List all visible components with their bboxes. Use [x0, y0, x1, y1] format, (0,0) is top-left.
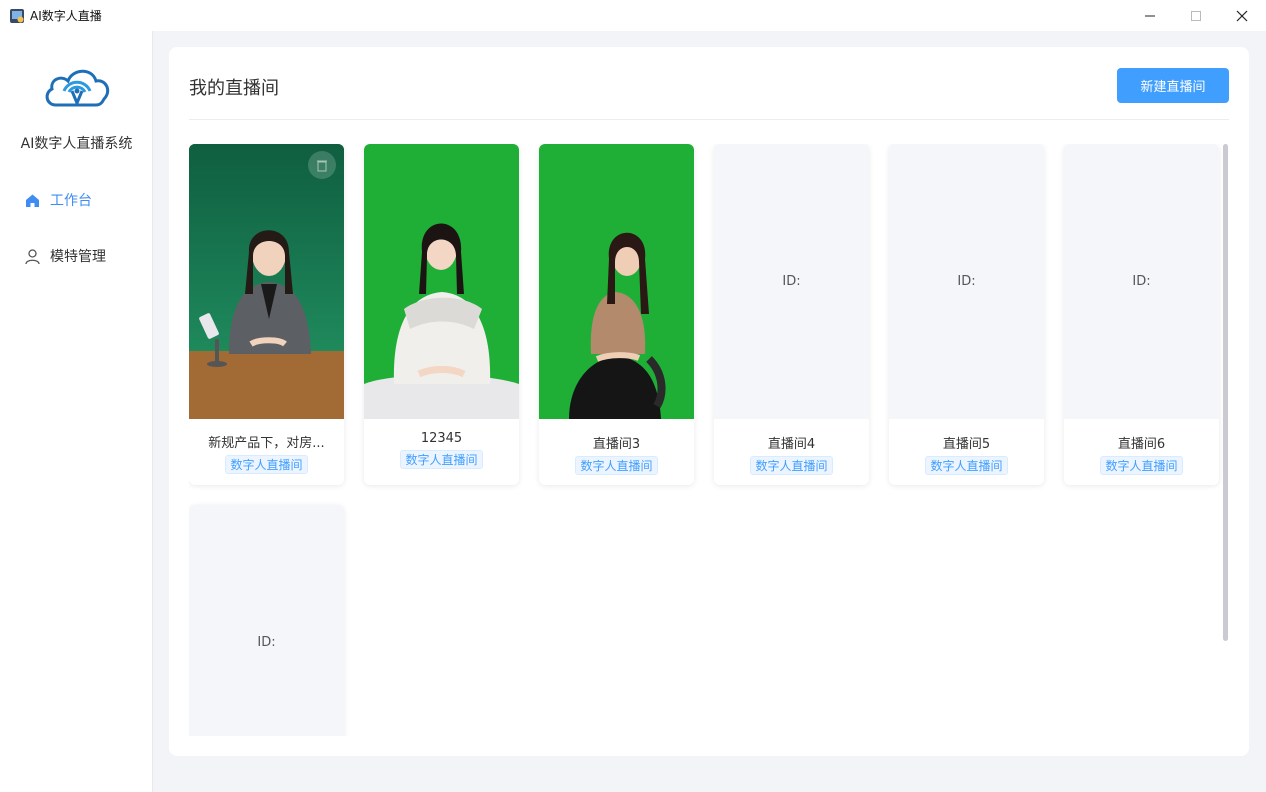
room-id-label: ID:: [1132, 274, 1151, 289]
room-thumbnail: [189, 144, 344, 419]
room-card[interactable]: 新规产品下，对房... 数字人直播间: [189, 144, 344, 485]
room-type-tag: 数字人直播间: [1100, 456, 1183, 475]
room-name: 直播间4: [767, 437, 816, 452]
sidebar-item-model-management[interactable]: 模特管理: [24, 245, 106, 267]
room-card[interactable]: ID:: [189, 505, 344, 736]
sidebar: AI数字人直播系统 工作台 模特管理: [0, 31, 153, 792]
maximize-button[interactable]: [1173, 0, 1219, 31]
sidebar-item-label: 模特管理: [50, 249, 106, 265]
room-thumbnail-placeholder: ID:: [1064, 144, 1219, 419]
room-thumbnail: [539, 144, 694, 419]
room-thumbnail-placeholder: ID:: [889, 144, 1044, 419]
room-name: 直播间5: [942, 437, 991, 452]
close-button[interactable]: [1219, 0, 1265, 31]
room-card[interactable]: ID: 直播间5 数字人直播间: [889, 144, 1044, 485]
room-id-label: ID:: [257, 635, 276, 650]
room-type-tag: 数字人直播间: [225, 455, 308, 474]
room-grid: 新规产品下，对房... 数字人直播间 12345 数字人直播间 直播间3 数字人…: [189, 144, 1229, 736]
room-name: 12345: [420, 431, 463, 446]
page-title: 我的直播间: [189, 78, 279, 99]
minimize-icon: [1145, 15, 1155, 16]
brand-name: AI数字人直播系统: [20, 136, 133, 152]
sidebar-item-workbench[interactable]: 工作台: [24, 189, 92, 211]
title-bar: AI数字人直播: [0, 0, 1266, 31]
main-panel: 我的直播间 新建直播间 新规产品下，对房... 数字人直播间 12345 数字人…: [169, 47, 1249, 756]
room-type-tag: 数字人直播间: [925, 456, 1008, 475]
room-name: 直播间6: [1117, 437, 1166, 452]
room-card[interactable]: 直播间3 数字人直播间: [539, 144, 694, 485]
minimize-button[interactable]: [1127, 0, 1173, 31]
sidebar-item-label: 工作台: [50, 193, 92, 209]
window-title: AI数字人直播: [30, 9, 102, 23]
cloud-broadcast-logo: [45, 69, 110, 107]
room-id-label: ID:: [957, 274, 976, 289]
close-icon: [1236, 10, 1248, 21]
room-thumbnail-placeholder: ID:: [714, 144, 869, 419]
room-thumbnail-placeholder: ID:: [189, 505, 344, 736]
user-icon: [24, 248, 41, 265]
room-type-tag: 数字人直播间: [575, 456, 658, 475]
room-name: 直播间3: [592, 437, 641, 452]
room-thumbnail: [364, 144, 519, 419]
room-type-tag: 数字人直播间: [400, 450, 483, 469]
new-live-room-button[interactable]: 新建直播间: [1117, 68, 1229, 103]
room-name: 新规产品下，对房...: [208, 436, 325, 451]
room-card[interactable]: ID: 直播间6 数字人直播间: [1064, 144, 1219, 485]
room-card[interactable]: 12345 数字人直播间: [364, 144, 519, 485]
divider: [189, 119, 1229, 120]
app-icon: [10, 9, 24, 23]
maximize-icon: [1191, 10, 1201, 21]
scrollbar[interactable]: [1223, 144, 1228, 641]
room-card[interactable]: ID: 直播间4 数字人直播间: [714, 144, 869, 485]
home-icon: [24, 192, 41, 209]
trash-icon[interactable]: [308, 151, 336, 179]
room-type-tag: 数字人直播间: [750, 456, 833, 475]
room-id-label: ID:: [782, 274, 801, 289]
